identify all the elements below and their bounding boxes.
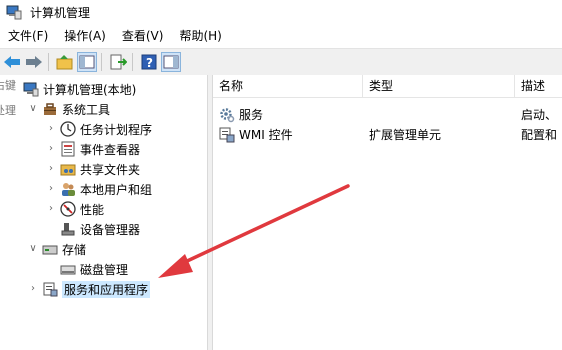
annotation-arrow <box>158 184 350 278</box>
computer-management-window: 计算机管理 文件(F) 操作(A) 查看(V) 帮助(H) ? 键 理 计算机管… <box>0 0 562 350</box>
